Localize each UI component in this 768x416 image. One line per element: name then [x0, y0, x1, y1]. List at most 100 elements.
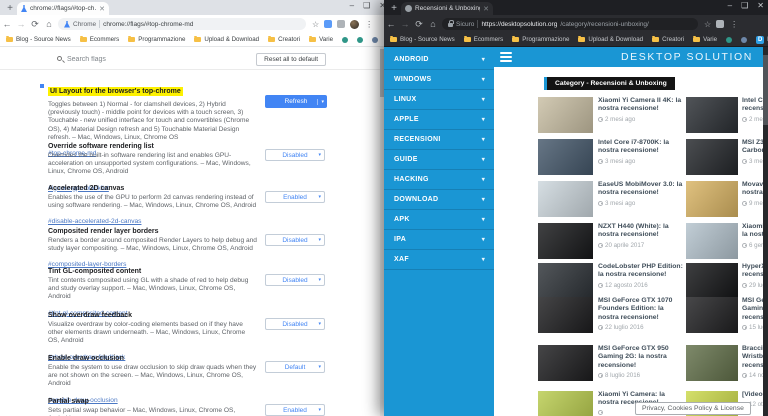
- extension-icon[interactable]: [324, 20, 332, 28]
- article-list-item[interactable]: EaseUS MobiMover 3.0: la nostra recensio…: [538, 181, 686, 221]
- browser-tab-recensioni[interactable]: Recensioni & Unboxing ✕: [401, 2, 493, 15]
- article-thumbnail[interactable]: [686, 139, 738, 175]
- article-list-item[interactable]: MSI GeForce GTX 950 Gaming 2G: la nostra…: [538, 345, 686, 385]
- back-icon[interactable]: ←: [0, 19, 14, 29]
- article-title[interactable]: NZXT H440 (White): la nostra recensione!: [598, 223, 686, 240]
- new-tab-button[interactable]: +: [387, 2, 401, 15]
- article-thumbnail[interactable]: [686, 263, 738, 299]
- sidebar-menu-item[interactable]: DOWNLOAD ▾: [384, 190, 494, 210]
- article-thumbnail[interactable]: [538, 297, 593, 333]
- new-tab-button[interactable]: +: [3, 2, 17, 15]
- article-list-item[interactable]: MSI Z37 Carbon: 3 mesi: [686, 139, 768, 179]
- forward-icon[interactable]: →: [398, 19, 412, 29]
- extension-icon[interactable]: [716, 20, 724, 28]
- article-thumbnail[interactable]: [538, 181, 593, 217]
- article-thumbnail[interactable]: [538, 139, 593, 175]
- scrollbar-thumb[interactable]: [763, 55, 768, 125]
- forward-icon[interactable]: →: [14, 19, 28, 29]
- flag-value-select[interactable]: Enabled ▾: [265, 191, 325, 203]
- close-button[interactable]: ✕: [757, 1, 764, 11]
- bookmark-item[interactable]: Blog - Source News: [390, 36, 455, 43]
- article-title[interactable]: CodeLobster PHP Edition: la nostra recen…: [598, 263, 686, 280]
- minimize-button[interactable]: –: [350, 1, 354, 11]
- bookmark-item[interactable]: Creatori: [268, 36, 300, 43]
- extension-icon[interactable]: [337, 20, 345, 28]
- article-title[interactable]: Xiaomi Yi Camera II 4K: la nostra recens…: [598, 97, 686, 114]
- scrollbar[interactable]: [763, 47, 768, 416]
- sidebar-menu-item[interactable]: APK ▾: [384, 210, 494, 230]
- cloud-favicon[interactable]: [372, 37, 378, 43]
- article-list-item[interactable]: Xiaomi M la nostra 6 genn: [686, 223, 768, 263]
- flag-value-select[interactable]: Disabled ▾: [265, 274, 325, 286]
- sidebar-menu-item[interactable]: GUIDE ▾: [384, 150, 494, 170]
- tab-close-icon[interactable]: ✕: [99, 5, 105, 13]
- reload-icon[interactable]: ⟳: [28, 19, 42, 30]
- site-favicon[interactable]: [342, 37, 348, 43]
- flag-value-select[interactable]: Disabled ▾: [265, 318, 325, 330]
- address-bar[interactable]: Sicuro https://desktopsolution.org /cate…: [442, 18, 698, 30]
- article-title[interactable]: Intel Core i7-8700K: la nostra recension…: [598, 139, 686, 156]
- article-list-item[interactable]: Intel Cor recensio 2 mesi: [686, 97, 768, 137]
- bookmark-item[interactable]: Varie: [309, 36, 333, 43]
- sidebar-menu-item[interactable]: XAF ▾: [384, 250, 494, 270]
- flag-permalink[interactable]: #disable-accelerated-2d-canvas: [48, 218, 141, 225]
- article-thumbnail[interactable]: [686, 181, 738, 217]
- bookmark-star-icon[interactable]: ☆: [312, 20, 319, 29]
- article-list-item[interactable]: Movavi nostra re 9 mesi: [686, 181, 768, 221]
- bookmark-item[interactable]: Blog - Source News: [6, 36, 71, 43]
- article-list-item[interactable]: Intel Core i7-8700K: la nostra recension…: [538, 139, 686, 179]
- home-icon[interactable]: ⌂: [426, 19, 440, 29]
- sidebar-menu-item[interactable]: ANDROID ▾: [384, 50, 494, 70]
- article-list-item[interactable]: NZXT H440 (White): la nostra recensione!…: [538, 223, 686, 263]
- maximize-button[interactable]: ❑: [363, 1, 370, 11]
- address-bar[interactable]: Chrome chrome://flags/#top-chrome-md: [58, 18, 306, 30]
- bookmark-item[interactable]: Varie: [693, 36, 717, 43]
- site-favicon[interactable]: [357, 37, 363, 43]
- cloud-favicon[interactable]: [741, 37, 747, 43]
- tab-close-icon[interactable]: ✕: [483, 5, 489, 13]
- article-list-item[interactable]: MSI GeF Gaming recensio 15 lugl: [686, 297, 768, 337]
- article-thumbnail[interactable]: [686, 297, 738, 333]
- site-favicon[interactable]: [726, 37, 732, 43]
- article-title[interactable]: EaseUS MobiMover 3.0: la nostra recensio…: [598, 181, 686, 198]
- flag-value-select[interactable]: Disabled ▾: [265, 149, 325, 161]
- menu-icon[interactable]: ⋮: [365, 20, 373, 29]
- hamburger-menu-icon[interactable]: [500, 52, 512, 62]
- article-thumbnail[interactable]: [686, 223, 738, 259]
- article-thumbnail[interactable]: [538, 223, 593, 259]
- article-thumbnail[interactable]: [686, 97, 738, 133]
- minimize-button[interactable]: –: [728, 1, 732, 11]
- article-list-item[interactable]: MSI GeForce GTX 1070 Founders Edition: l…: [538, 297, 686, 337]
- article-thumbnail[interactable]: [538, 97, 593, 133]
- flag-value-select[interactable]: Default ▾: [265, 361, 325, 373]
- sidebar-menu-item[interactable]: HACKING ▾: [384, 170, 494, 190]
- bookmark-item[interactable]: Ecommers: [80, 36, 120, 43]
- profile-avatar[interactable]: [350, 20, 359, 29]
- bookmark-item[interactable]: Ecommers: [464, 36, 504, 43]
- back-icon[interactable]: ←: [384, 19, 398, 29]
- article-thumbnail[interactable]: [538, 345, 593, 381]
- article-list-item[interactable]: Xiaomi Yi Camera II 4K: la nostra recens…: [538, 97, 686, 137]
- sidebar-menu-item[interactable]: LINUX ▾: [384, 90, 494, 110]
- article-thumbnail[interactable]: [538, 391, 593, 416]
- browser-tab-flags[interactable]: chrome://flags/#top-ch… ✕: [17, 2, 109, 15]
- sidebar-menu-item[interactable]: RECENSIONI ▾: [384, 130, 494, 150]
- article-thumbnail[interactable]: [686, 345, 738, 381]
- sidebar-menu-item[interactable]: IPA ▾: [384, 230, 494, 250]
- maximize-button[interactable]: ❑: [741, 1, 748, 11]
- bookmark-item[interactable]: Programmazione: [128, 36, 185, 43]
- bookmark-item[interactable]: Upload & Download: [194, 36, 259, 43]
- article-list-item[interactable]: Bracciale Wristba recensio 14 nov: [686, 345, 768, 385]
- reload-icon[interactable]: ⟳: [412, 19, 426, 30]
- bookmark-item[interactable]: Creatori: [652, 36, 684, 43]
- article-thumbnail[interactable]: [538, 263, 593, 299]
- sidebar-menu-item[interactable]: WINDOWS ▾: [384, 70, 494, 90]
- bookmark-item[interactable]: Programmazione: [512, 36, 569, 43]
- bookmark-item[interactable]: Upload & Download: [578, 36, 643, 43]
- sidebar-menu-item[interactable]: APPLE ▾: [384, 110, 494, 130]
- bookmark-item-disqus[interactable]: D Disqus: [756, 36, 768, 44]
- article-title[interactable]: MSI GeForce GTX 1070 Founders Edition: l…: [598, 297, 686, 322]
- article-title[interactable]: MSI GeForce GTX 950 Gaming 2G: la nostra…: [598, 345, 686, 370]
- bookmark-star-icon[interactable]: ☆: [704, 20, 711, 29]
- menu-icon[interactable]: ⋮: [730, 20, 738, 29]
